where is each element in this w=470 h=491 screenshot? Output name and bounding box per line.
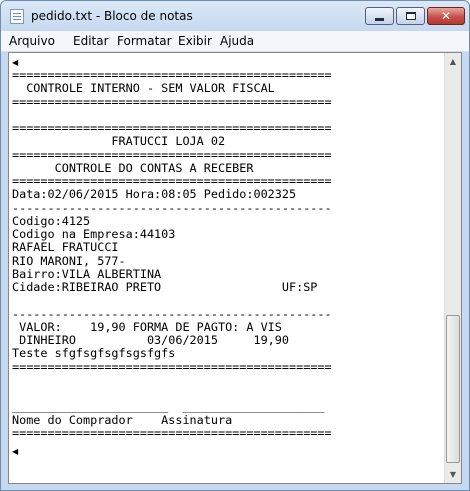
document-line: ========================================… <box>12 68 332 82</box>
document-line: Cidade:RIBEIRAO PRETO UF:SP <box>12 280 318 294</box>
document-line: ----------------------------------------… <box>12 200 332 215</box>
document-line: ========================================… <box>12 121 332 135</box>
document-line: Codigo:4125 <box>12 213 91 228</box>
document-line: Data:02/06/2015 Hora:08:05 Pedido:002325 <box>12 187 297 202</box>
scroll-down-arrow-icon[interactable]: ▼ <box>445 466 461 483</box>
vertical-scrollbar[interactable]: ▲ ▼ <box>444 53 461 483</box>
menu-editar[interactable]: Editar <box>73 34 109 48</box>
document-text[interactable]: ========================================… <box>12 68 332 467</box>
document-line: ______________________ _________________… <box>12 399 325 414</box>
document-line: CONTROLE DO CONTAS A RECEBER <box>12 160 254 175</box>
menu-ajuda[interactable]: Ajuda <box>220 34 254 48</box>
document-line: ----------------------------------------… <box>12 306 332 321</box>
document-line: VALOR: 19,90 FORMA DE PAGTO: A VIS <box>12 319 282 334</box>
document-line: RIO MARONI, 577- <box>12 253 126 268</box>
document-line: DINHEIRO 03/06/2015 19,90 <box>12 333 289 347</box>
menu-formatar[interactable]: Formatar <box>117 34 172 48</box>
menu-exibir[interactable]: Exibir <box>178 34 212 48</box>
window-title: pedido.txt - Bloco de notas <box>31 9 193 23</box>
minimize-icon <box>375 17 384 21</box>
notepad-app-icon[interactable] <box>10 9 24 24</box>
close-button[interactable]: ✕ <box>427 7 465 25</box>
title-bar[interactable]: pedido.txt - Bloco de notas ✕ <box>1 1 469 31</box>
document-line: RAFAEL FRATUCCI <box>12 240 119 255</box>
document-line: Bairro:VILA ALBERTINA <box>12 266 162 281</box>
document-line: Teste sfgfsgfsgfsgsfgfs <box>12 346 176 361</box>
scroll-up-arrow-icon[interactable]: ▲ <box>445 53 461 70</box>
left-arrow-icon: ◀ <box>12 447 19 456</box>
maximize-button[interactable] <box>396 7 425 25</box>
menu-bar: Arquivo Editar Formatar Exibir Ajuda <box>1 31 469 52</box>
close-icon: ✕ <box>440 9 452 23</box>
document-line: Codigo na Empresa:44103 <box>12 227 176 241</box>
document-line: ========================================… <box>12 359 332 374</box>
document-line: ========================================… <box>12 94 332 109</box>
document-line: FRATUCCI LOJA 02 <box>12 134 226 149</box>
notepad-window: pedido.txt - Bloco de notas ✕ Arquivo Ed… <box>0 0 470 491</box>
maximize-icon <box>405 12 416 20</box>
minimize-button[interactable] <box>365 7 394 25</box>
document-line: CONTROLE INTERNO - SEM VALOR FISCAL <box>12 81 275 96</box>
text-editor-area[interactable]: ◀ ======================================… <box>8 52 462 484</box>
document-line: ========================================… <box>12 174 332 188</box>
document-line: ========================================… <box>12 425 332 440</box>
scrollbar-thumb[interactable] <box>446 315 460 463</box>
left-arrow-icon: ◀ <box>12 58 19 67</box>
menu-arquivo[interactable]: Arquivo <box>9 34 55 48</box>
document-line: ========================================… <box>12 147 332 162</box>
document-line: Nome do Comprador Assinatura <box>12 412 233 427</box>
